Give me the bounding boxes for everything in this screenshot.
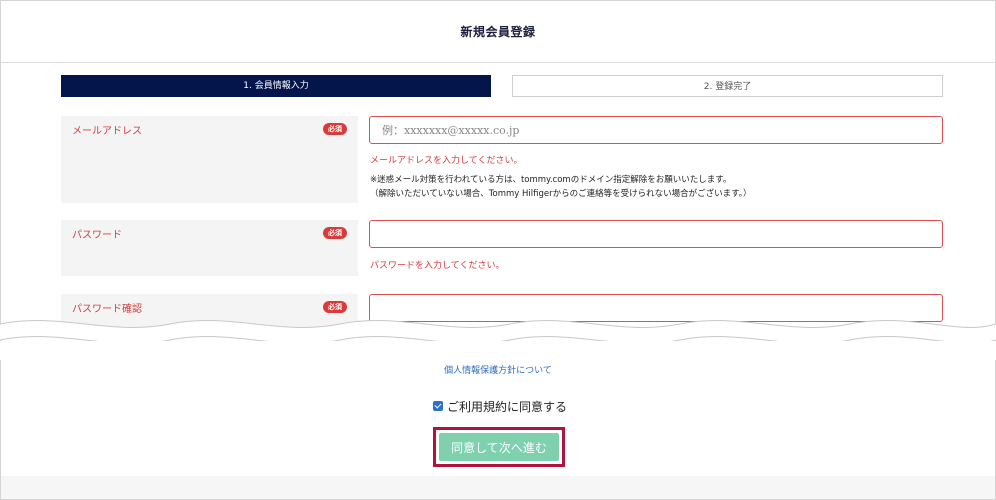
email-label-box: メールアドレス 必須 <box>61 116 358 203</box>
email-label: メールアドレス <box>72 126 142 137</box>
terms-agree-row[interactable]: ご利用規約に同意する <box>433 398 567 414</box>
torn-wave-divider <box>0 320 996 360</box>
email-input[interactable] <box>369 116 943 144</box>
page-header: 新規会員登録 <box>1 1 995 63</box>
footer-band <box>1 476 995 499</box>
password-error: パスワードを入力してください。 <box>370 261 505 271</box>
email-error: メールアドレスを入力してください。 <box>370 156 523 166</box>
step-member-info: 1. 会員情報入力 <box>61 75 491 97</box>
password-input[interactable] <box>369 220 943 248</box>
email-note-line2: （解除いただいていない場合、Tommy Hilfigerからのご連絡等を受けられ… <box>370 189 752 199</box>
privacy-policy-link[interactable]: 個人情報保護方針について <box>0 363 996 376</box>
agree-and-next-button[interactable]: 同意して次へ進む <box>439 433 559 461</box>
email-note-line1: ※迷惑メール対策を行われている方は、tommy.comのドメイン指定解除をお願い… <box>370 175 732 185</box>
terms-agree-checkbox[interactable] <box>433 401 443 411</box>
password-required-badge: 必須 <box>323 227 347 239</box>
page-title: 新規会員登録 <box>460 25 536 39</box>
password-label-box: パスワード 必須 <box>61 220 358 276</box>
terms-agree-label: ご利用規約に同意する <box>447 399 568 414</box>
step-registration-complete: 2. 登録完了 <box>512 75 943 97</box>
password-label: パスワード <box>72 230 122 241</box>
email-required-badge: 必須 <box>323 123 347 135</box>
